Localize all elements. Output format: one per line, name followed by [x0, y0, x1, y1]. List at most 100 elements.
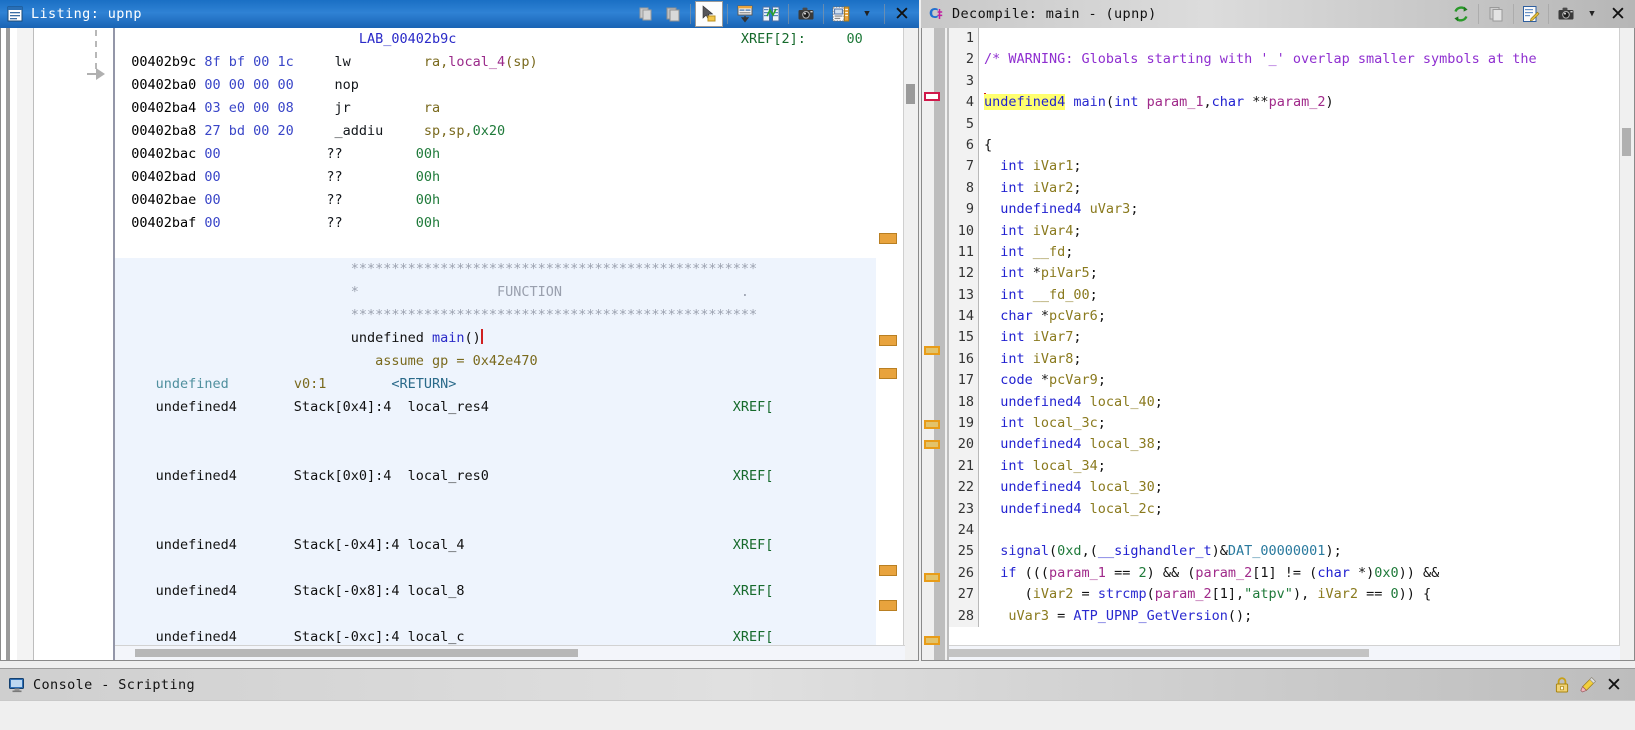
listing-vertical-scrollbar[interactable] — [903, 28, 918, 660]
listing-row[interactable]: undefined main() — [115, 327, 876, 350]
decompile-line[interactable]: 19 int local_3c; — [949, 413, 1620, 435]
decompile-hscroll-thumb[interactable] — [949, 649, 1369, 657]
listing-row[interactable] — [115, 511, 876, 534]
listing-code-area[interactable]: LAB_00402b9c XREF[2]: 00 00402b9c 8f bf … — [115, 28, 876, 660]
decompile-line[interactable]: 3 — [949, 70, 1620, 93]
decompile-line[interactable]: 23 undefined4 local_2c; — [949, 498, 1620, 520]
close-window-icon[interactable]: ✕ — [1605, 2, 1631, 26]
listing-row[interactable] — [115, 419, 876, 442]
diff-navigate-icon[interactable] — [732, 2, 758, 26]
listing-row[interactable]: 00402ba8 27 bd 00 20 _addiu sp,sp,0x20 — [115, 120, 876, 143]
decompile-line[interactable]: 9 undefined4 uVar3; — [949, 199, 1620, 221]
listing-row[interactable]: 00402ba0 00 00 00 00 nop — [115, 74, 876, 97]
listing-row[interactable]: undefined v0:1 <RETURN> — [115, 373, 876, 396]
listing-row[interactable]: undefined4 Stack[-0x8]:4 local_8 XREF[ — [115, 580, 876, 603]
decompile-vertical-scrollbar[interactable] — [1619, 28, 1634, 660]
listing-row[interactable] — [115, 488, 876, 511]
code-compare-icon[interactable] — [758, 2, 784, 26]
decompile-marker-track[interactable] — [934, 28, 945, 660]
decompile-horizontal-scrollbar[interactable] — [949, 645, 1620, 660]
refresh-icon[interactable] — [1448, 2, 1474, 26]
close-window-icon[interactable]: ✕ — [1601, 673, 1627, 697]
decompile-line[interactable]: 26 if (((param_1 == 2) && (param_2[1] !=… — [949, 562, 1620, 585]
camera-snapshot-icon[interactable] — [793, 2, 819, 26]
decompile-line[interactable]: 24 — [949, 519, 1620, 542]
decompile-code-area[interactable]: 1 2/* WARNING: Globals starting with '_' … — [949, 28, 1620, 646]
listing-row[interactable]: 00402baf 00 ?? 00h — [115, 212, 876, 235]
listing-row[interactable] — [115, 603, 876, 626]
listing-marker[interactable] — [879, 368, 897, 379]
toggle-fields-icon[interactable] — [828, 2, 854, 26]
decompile-line[interactable]: 22 undefined4 local_30; — [949, 477, 1620, 499]
decompile-line[interactable]: 13 int __fd_00; — [949, 284, 1620, 307]
listing-row[interactable] — [115, 442, 876, 465]
listing-row[interactable]: 00402bad 00 ?? 00h — [115, 166, 876, 189]
decompile-line[interactable]: 20 undefined4 local_38; — [949, 434, 1620, 456]
decompile-line[interactable]: 10 int iVar4; — [949, 220, 1620, 242]
decompile-marker[interactable] — [924, 420, 940, 429]
listing-row[interactable]: * FUNCTION . — [115, 281, 876, 304]
listing-row[interactable]: 00402bae 00 ?? 00h — [115, 189, 876, 212]
listing-row[interactable]: undefined4 Stack[0x4]:4 local_res4 XREF[ — [115, 396, 876, 419]
decompile-marker[interactable] — [924, 346, 940, 355]
decompile-line[interactable]: 27 (iVar2 = strcmp(param_2[1],"atpv"), i… — [949, 584, 1620, 606]
decompile-line[interactable]: 25 signal(0xd,(__sighandler_t)&DAT_00000… — [949, 541, 1620, 563]
clear-console-icon[interactable] — [1575, 673, 1601, 697]
decompile-line[interactable]: 8 int iVar2; — [949, 177, 1620, 200]
listing-row[interactable]: ****************************************… — [115, 304, 876, 327]
decompile-line[interactable]: 17 code *pcVar9; — [949, 370, 1620, 392]
edit-signature-icon[interactable] — [1518, 2, 1544, 26]
decompile-line[interactable]: 1 — [949, 28, 1620, 50]
listing-titlebar[interactable]: Listing: upnp ▼ ✕ — [0, 0, 919, 28]
listing-row[interactable]: undefined4 Stack[0x0]:4 local_res0 XREF[ — [115, 465, 876, 488]
decompile-line[interactable]: 15 int iVar7; — [949, 327, 1620, 349]
listing-vscroll-thumb[interactable] — [906, 84, 915, 104]
console-titlebar[interactable]: Console - Scripting ✕ — [0, 668, 1635, 701]
decompile-token: ; — [1073, 179, 1082, 196]
listing-row[interactable]: ****************************************… — [115, 258, 876, 281]
decompile-line-text — [979, 114, 984, 135]
dropdown-caret-icon[interactable]: ▼ — [1579, 2, 1605, 26]
listing-row[interactable] — [115, 557, 876, 580]
copy-icon[interactable] — [1483, 2, 1509, 26]
listing-row[interactable]: assume gp = 0x42e470 — [115, 350, 876, 373]
decompile-line[interactable]: 11 int __fd; — [949, 241, 1620, 264]
decompile-line[interactable]: 28 uVar3 = ATP_UPNP_GetVersion(); — [949, 605, 1620, 627]
listing-row[interactable]: LAB_00402b9c XREF[2]: 00 — [115, 28, 876, 51]
listing-token: 8f bf 00 1c — [204, 54, 294, 70]
listing-row[interactable]: 00402bac 00 ?? 00h — [115, 143, 876, 166]
close-window-icon[interactable]: ✕ — [889, 2, 915, 26]
listing-marker[interactable] — [879, 600, 897, 611]
decompile-marker[interactable] — [924, 636, 940, 645]
listing-row[interactable]: 00402b9c 8f bf 00 1c lw ra,local_4(sp) — [115, 51, 876, 74]
dropdown-caret-icon[interactable]: ▼ — [854, 2, 880, 26]
decompile-line[interactable]: 12 int *piVar5; — [949, 263, 1620, 285]
listing-marker[interactable] — [879, 335, 897, 346]
decompile-line[interactable]: 21 int local_34; — [949, 455, 1620, 478]
decompile-line[interactable]: 16 int iVar8; — [949, 348, 1620, 371]
listing-hscroll-thumb[interactable] — [135, 649, 578, 657]
decompile-marker[interactable] — [924, 440, 940, 449]
listing-marker[interactable] — [879, 233, 897, 244]
decompile-marker[interactable] — [924, 573, 940, 582]
copy-window-icon[interactable] — [660, 2, 686, 26]
decompile-line[interactable]: 2 /* WARNING: Globals starting with '_' o… — [949, 49, 1620, 71]
listing-row[interactable]: 00402ba4 03 e0 00 08 jr ra — [115, 97, 876, 120]
decompile-line[interactable]: 14 char *pcVar6; — [949, 306, 1620, 328]
decompile-marker-current[interactable] — [924, 92, 940, 101]
listing-row[interactable] — [115, 235, 876, 258]
snapshot-disabled-icon[interactable] — [634, 2, 660, 26]
listing-marker[interactable] — [879, 565, 897, 576]
decompile-line[interactable]: 18 undefined4 local_40; — [949, 391, 1620, 414]
decompile-vscroll-thumb[interactable] — [1622, 128, 1631, 156]
decompile-titlebar[interactable]: C Decompile: main - (upnp) ▼ ✕ — [921, 0, 1635, 28]
listing-row[interactable]: undefined4 Stack[-0x4]:4 local_4 XREF[ — [115, 534, 876, 557]
decompile-line[interactable]: 4 undefined4 main(int param_1,char **para… — [949, 92, 1620, 114]
listing-horizontal-scrollbar[interactable] — [115, 645, 905, 660]
decompile-line[interactable]: 7 int iVar1; — [949, 156, 1620, 178]
decompile-line[interactable]: 6{ — [949, 134, 1620, 157]
camera-snapshot-icon[interactable] — [1553, 2, 1579, 26]
lock-icon[interactable] — [1549, 673, 1575, 697]
decompile-line[interactable]: 5 — [949, 113, 1620, 135]
cursor-select-icon[interactable] — [695, 1, 723, 27]
